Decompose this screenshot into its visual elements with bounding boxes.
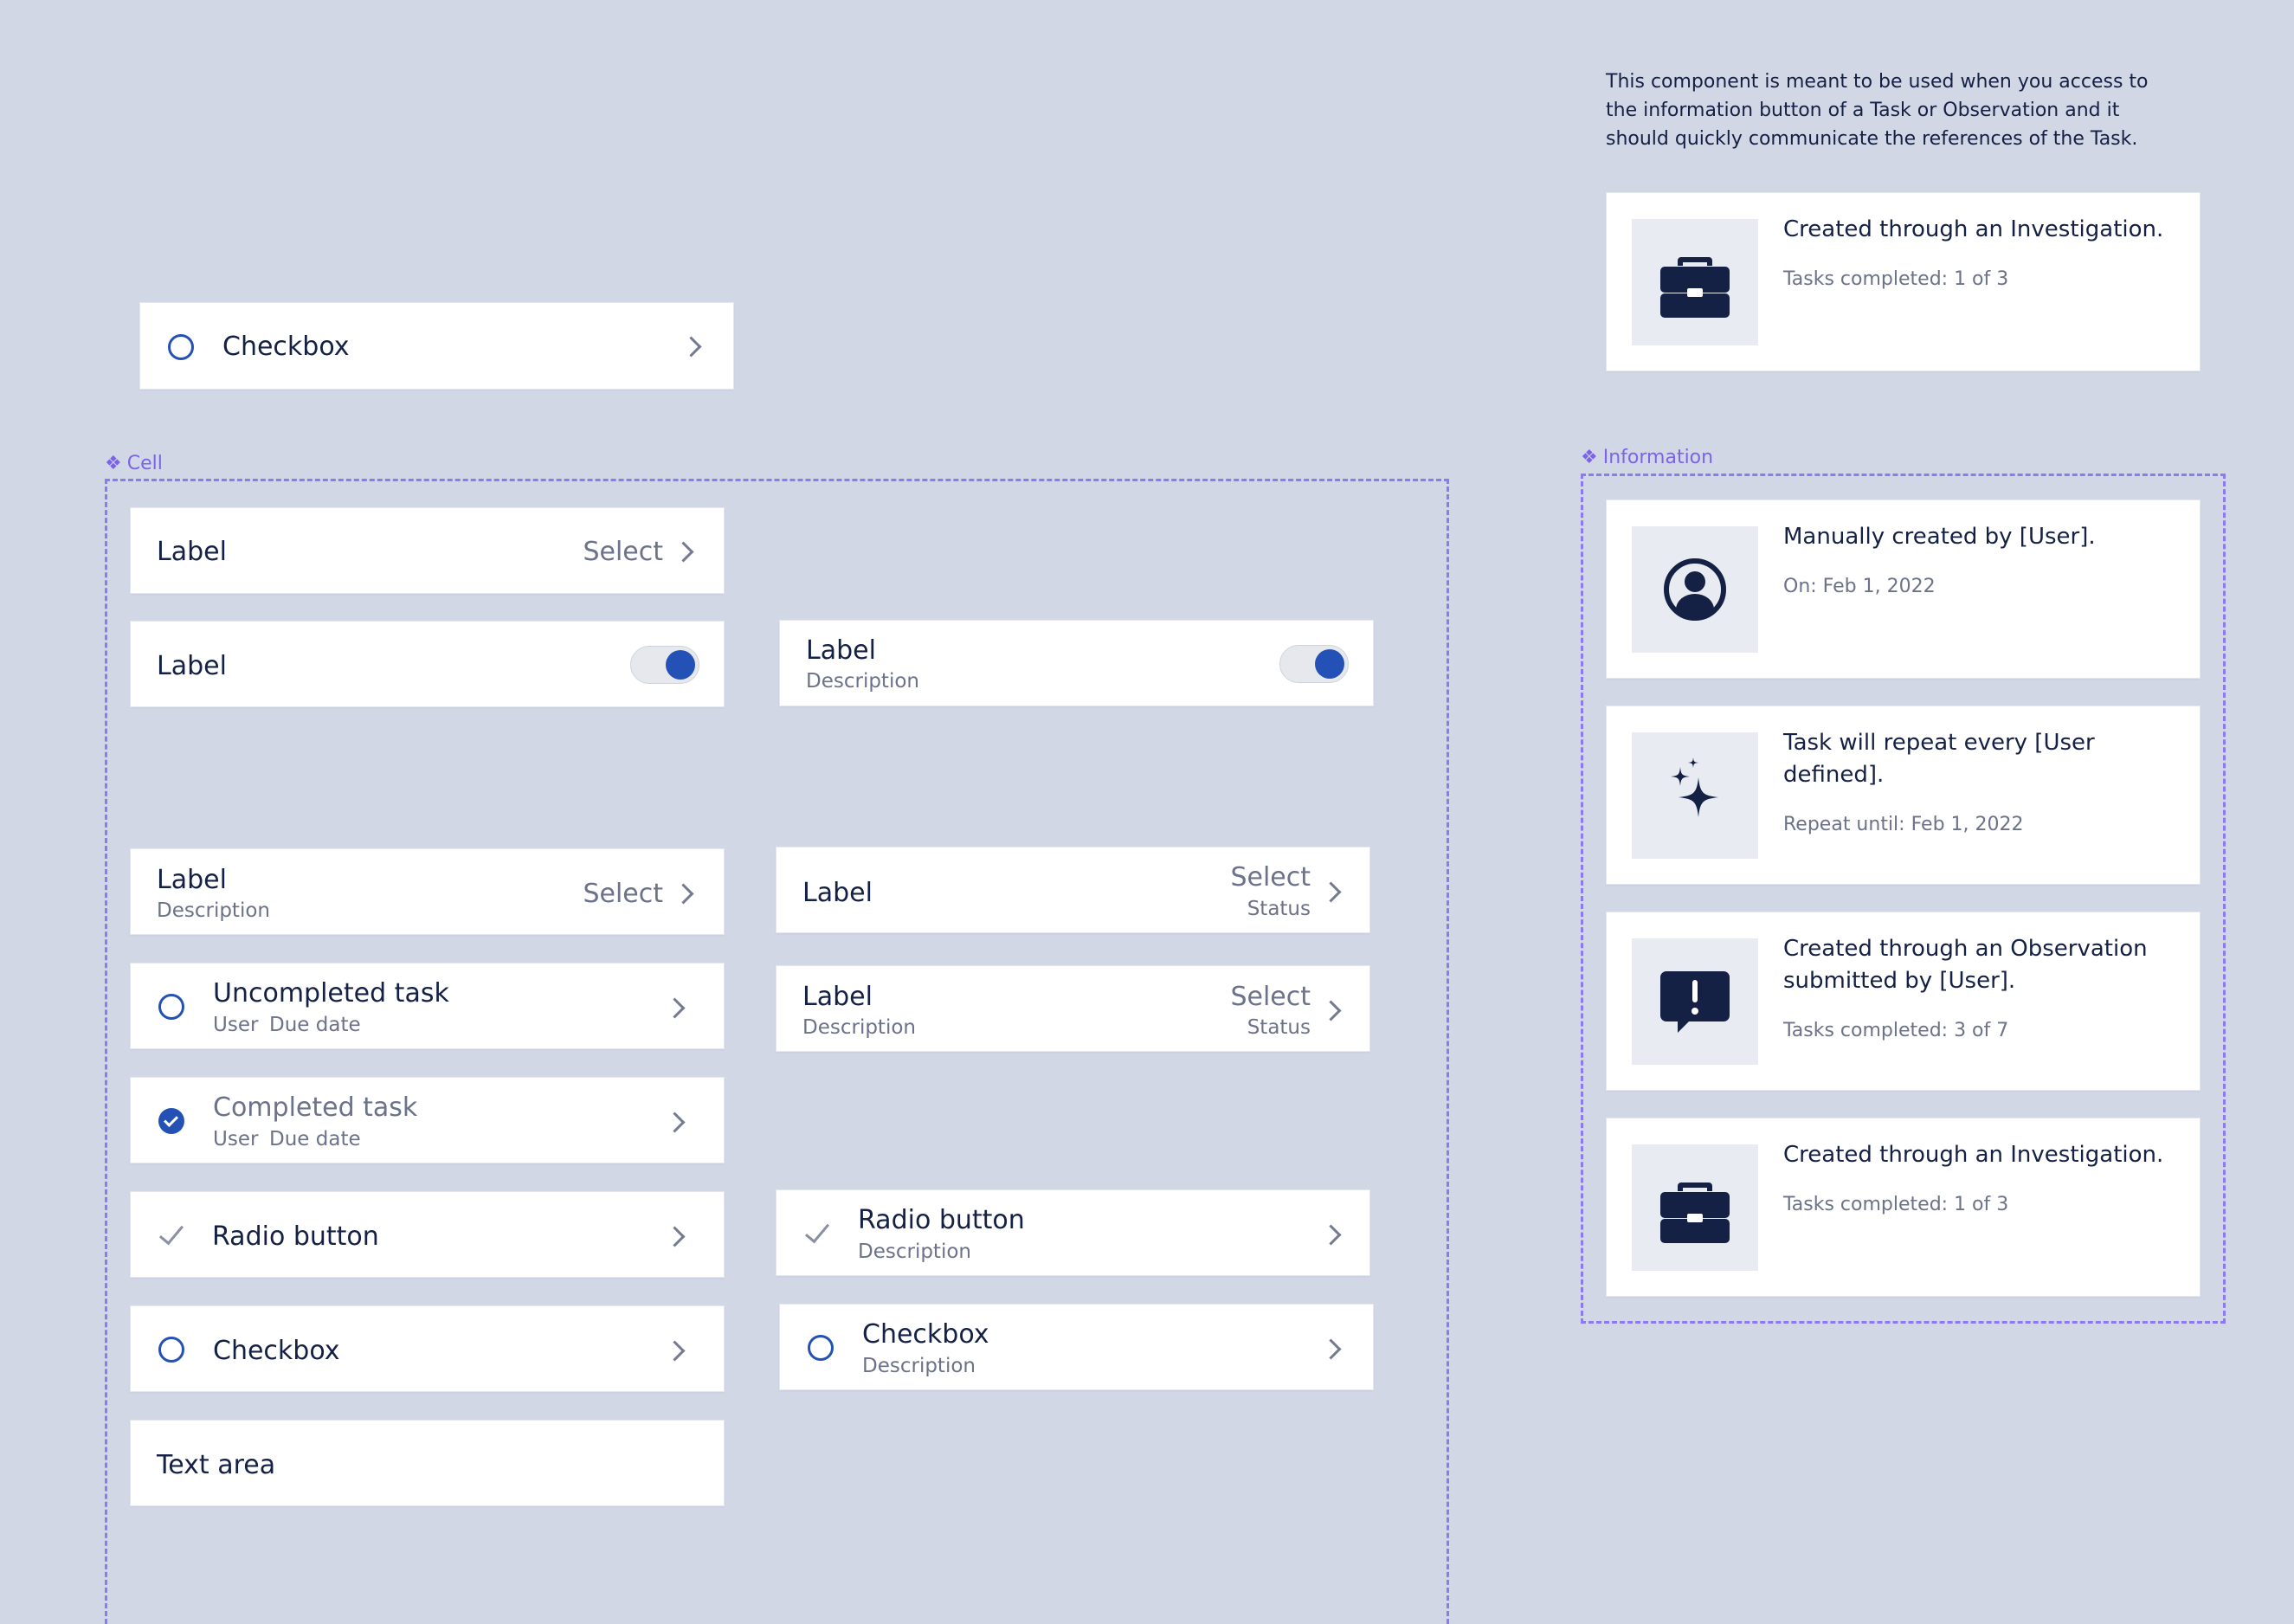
text-area-label: Text area — [157, 1450, 276, 1480]
info-card-title: Task will repeat every [User defined]. — [1783, 730, 2095, 788]
chevron-right-icon — [664, 1340, 686, 1362]
check-icon[interactable] — [158, 1219, 184, 1246]
radio-label: Radio button — [858, 1205, 1025, 1235]
cell-select-value: Select — [583, 537, 663, 567]
task-label: Uncompleted task — [213, 978, 449, 1009]
cell-select-value: Select — [583, 879, 663, 909]
cell-label-toggle[interactable]: Label — [130, 621, 725, 707]
cell-label: Label — [157, 537, 227, 567]
info-card: Manually created by [User]. On: Feb 1, 2… — [1606, 499, 2201, 679]
cell-uncompleted-task[interactable]: Uncompleted task User Due date — [130, 963, 725, 1049]
info-card: Task will repeat every [User defined]. R… — [1606, 706, 2201, 885]
checkbox-label: Checkbox — [213, 1336, 340, 1366]
cell-label-desc-toggle[interactable]: Label Description — [779, 620, 1374, 706]
chevron-right-icon — [1320, 1338, 1342, 1360]
cell-select-value: Select — [1230, 982, 1311, 1012]
chevron-right-icon — [664, 1226, 686, 1247]
cell-checkbox[interactable]: Checkbox — [130, 1305, 725, 1392]
icon-tile — [1632, 1144, 1758, 1271]
chevron-right-icon — [664, 997, 686, 1019]
toggle-switch[interactable] — [1279, 645, 1349, 683]
toggle-switch[interactable] — [630, 646, 699, 684]
info-card-subtitle: Tasks completed: 1 of 3 — [1783, 1194, 2009, 1215]
task-due-date: Due date — [269, 1014, 361, 1036]
cell-checkbox-desc[interactable]: Checkbox Description — [779, 1304, 1374, 1390]
user-circle-icon — [1664, 558, 1726, 621]
cell-description: Description — [806, 670, 919, 693]
cell-label: Label — [157, 651, 227, 681]
cell-label: Label — [806, 635, 876, 666]
chevron-right-icon — [664, 1112, 686, 1133]
checkbox-circle-icon[interactable] — [158, 1337, 184, 1363]
icon-tile — [1632, 938, 1758, 1065]
cell-label-select[interactable]: Label Select — [130, 507, 725, 594]
cell-text-area[interactable]: Text area — [130, 1420, 725, 1506]
icon-tile — [1632, 732, 1758, 859]
checkbox-description: Description — [862, 1355, 976, 1377]
info-card: Created through an Observation submitted… — [1606, 912, 2201, 1091]
chevron-right-icon — [673, 883, 694, 905]
check-icon[interactable] — [804, 1217, 830, 1244]
info-card-title: Created through an Investigation. — [1783, 216, 2164, 242]
cell-description: Description — [802, 1016, 916, 1039]
cell-label-desc-select-status[interactable]: Label Description Select Status — [776, 965, 1370, 1052]
sparkle-icon — [1671, 757, 1718, 817]
cell-description: Description — [157, 899, 270, 922]
briefcase-icon — [1660, 257, 1730, 318]
icon-tile — [1632, 526, 1758, 653]
alert-chat-icon — [1660, 971, 1730, 1033]
task-circle-icon[interactable] — [158, 994, 184, 1020]
radio-label: Radio button — [212, 1221, 379, 1252]
info-card: Created through an Investigation. Tasks … — [1606, 1118, 2201, 1297]
cell-select-value: Select — [1230, 862, 1311, 893]
component-icon: ❖ — [1581, 447, 1598, 468]
chevron-right-icon — [1320, 881, 1342, 903]
information-frame-tag: ❖ Information — [1581, 447, 1714, 468]
briefcase-icon — [1660, 1183, 1730, 1243]
info-card-title: Created through an Observation submitted… — [1783, 936, 2148, 994]
task-due-date: Due date — [269, 1128, 361, 1150]
cell-label: Label — [157, 865, 227, 895]
cell-radio-button-desc[interactable]: Radio button Description — [776, 1189, 1370, 1276]
task-user: User — [213, 1128, 259, 1150]
info-card-title: Manually created by [User]. — [1783, 524, 2096, 550]
component-icon: ❖ — [105, 453, 122, 474]
chevron-right-icon — [680, 336, 702, 358]
cell-label: Label — [802, 878, 873, 908]
checkbox-circle-icon[interactable] — [168, 334, 194, 360]
task-checked-icon[interactable] — [158, 1108, 184, 1134]
task-label: Completed task — [213, 1092, 418, 1123]
cell-label-desc-select[interactable]: Label Description Select — [130, 848, 725, 935]
info-card-top: Created through an Investigation. Tasks … — [1606, 192, 2201, 371]
cell-frame-tag: ❖ Cell — [105, 453, 163, 474]
chevron-right-icon — [1320, 1000, 1342, 1021]
cell-status: Status — [1247, 1016, 1311, 1039]
cell-completed-task[interactable]: Completed task User Due date — [130, 1077, 725, 1163]
chevron-right-icon — [1320, 1224, 1342, 1246]
cell-label-select-status[interactable]: Label Select Status — [776, 847, 1370, 933]
info-card-subtitle: Repeat until: Feb 1, 2022 — [1783, 814, 2024, 835]
info-card-subtitle: On: Feb 1, 2022 — [1783, 576, 1936, 597]
cell-label: Label — [802, 982, 873, 1012]
info-card-title: Created through an Investigation. — [1783, 1142, 2164, 1168]
icon-tile — [1632, 219, 1758, 345]
component-note: This component is meant to be used when … — [1606, 71, 2149, 150]
radio-description: Description — [858, 1241, 971, 1263]
checkbox-label: Checkbox — [222, 332, 350, 362]
checkbox-row[interactable]: Checkbox — [139, 302, 734, 390]
chevron-right-icon — [673, 541, 694, 563]
cell-status: Status — [1247, 898, 1311, 920]
toggle-knob — [666, 650, 695, 680]
task-user: User — [213, 1014, 259, 1036]
checkbox-circle-icon[interactable] — [808, 1335, 834, 1361]
info-card-subtitle: Tasks completed: 3 of 7 — [1783, 1020, 2009, 1041]
toggle-knob — [1315, 649, 1344, 679]
info-card-subtitle: Tasks completed: 1 of 3 — [1783, 268, 2009, 290]
checkbox-label: Checkbox — [862, 1319, 989, 1350]
cell-radio-button[interactable]: Radio button — [130, 1191, 725, 1278]
